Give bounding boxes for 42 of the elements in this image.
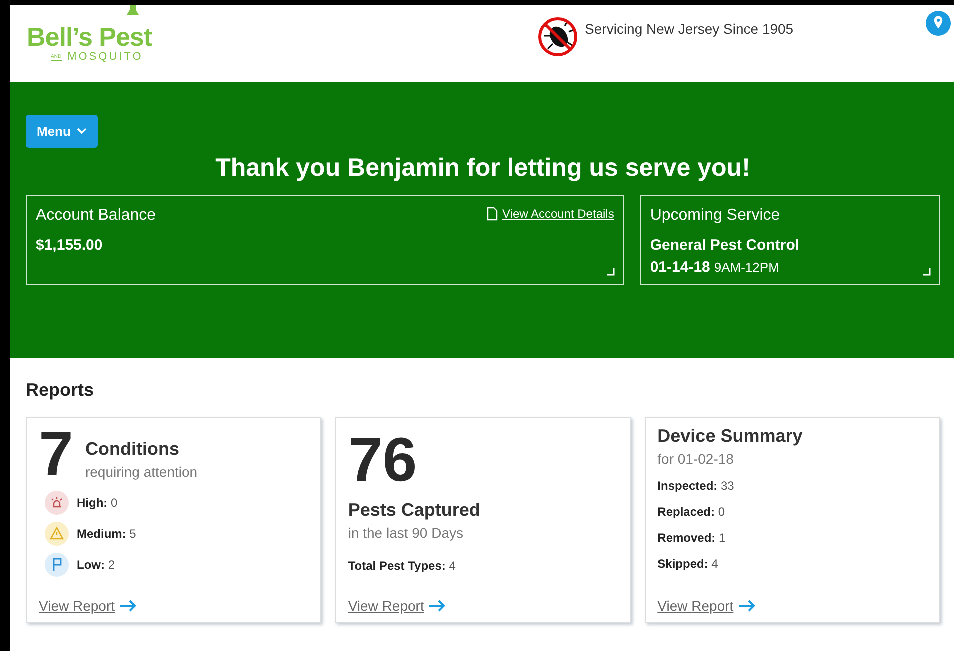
logo-subtext: MOSQUITO — [68, 51, 144, 63]
chevron-down-icon — [76, 128, 87, 135]
stat-text: Total Pest Types: 4 — [348, 559, 457, 573]
bell-icon — [127, 5, 139, 15]
document-icon — [487, 207, 498, 221]
card-subtitle: for 01-02-18 — [658, 451, 735, 467]
greeting: Thank you Benjamin for letting us serve you! — [214, 154, 752, 183]
stat-text: Low: 2 — [77, 558, 116, 572]
card-subtitle: requiring attention — [85, 464, 198, 480]
resize-corner-icon — [923, 268, 931, 276]
count: 76 — [348, 432, 418, 490]
link-text[interactable]: View Account Details — [502, 207, 614, 221]
arrow-right-icon — [119, 600, 138, 612]
location-pin-icon[interactable] — [926, 11, 951, 36]
view-report-link[interactable]: View Report — [39, 598, 138, 614]
card-value: General Pest Control — [650, 236, 800, 256]
logo-text: Bell’s Pest — [27, 23, 152, 51]
resize-corner-icon — [607, 268, 616, 276]
card-title: Device Summary — [658, 426, 804, 447]
card-title: Conditions — [85, 439, 180, 460]
card-title: Pests Captured — [348, 500, 482, 521]
arrow-right-icon — [738, 600, 756, 612]
stat-text: Skipped: 4 — [658, 557, 720, 571]
tagline: Servicing New Jersey Since 1905 — [585, 20, 794, 37]
view-report-link[interactable]: View Report — [348, 598, 446, 614]
menu-button[interactable]: Menu — [26, 115, 98, 148]
stat-text: High: 0 — [77, 496, 118, 510]
section-title: Reports — [26, 380, 96, 401]
no-bug-icon — [537, 16, 580, 58]
view-report-link[interactable]: View Report — [658, 598, 756, 614]
arrow-right-icon — [428, 600, 446, 612]
card-subtitle: in the last 90 Days — [348, 525, 464, 541]
card-title: Upcoming Service — [650, 207, 780, 225]
card-value: $1,155.00 — [36, 236, 103, 256]
stat-text: Removed: 1 — [658, 531, 727, 545]
card-title: Account Balance — [36, 207, 156, 225]
stat-text: Replaced: 0 — [658, 505, 726, 519]
stat-text: Inspected: 33 — [658, 479, 736, 493]
count: 7 — [39, 426, 74, 484]
stat-text: Medium: 5 — [77, 527, 136, 541]
view-account-details-link[interactable]: View Account Details — [487, 207, 614, 225]
card-value: 01-14-18 9AM-12PM — [650, 258, 780, 278]
